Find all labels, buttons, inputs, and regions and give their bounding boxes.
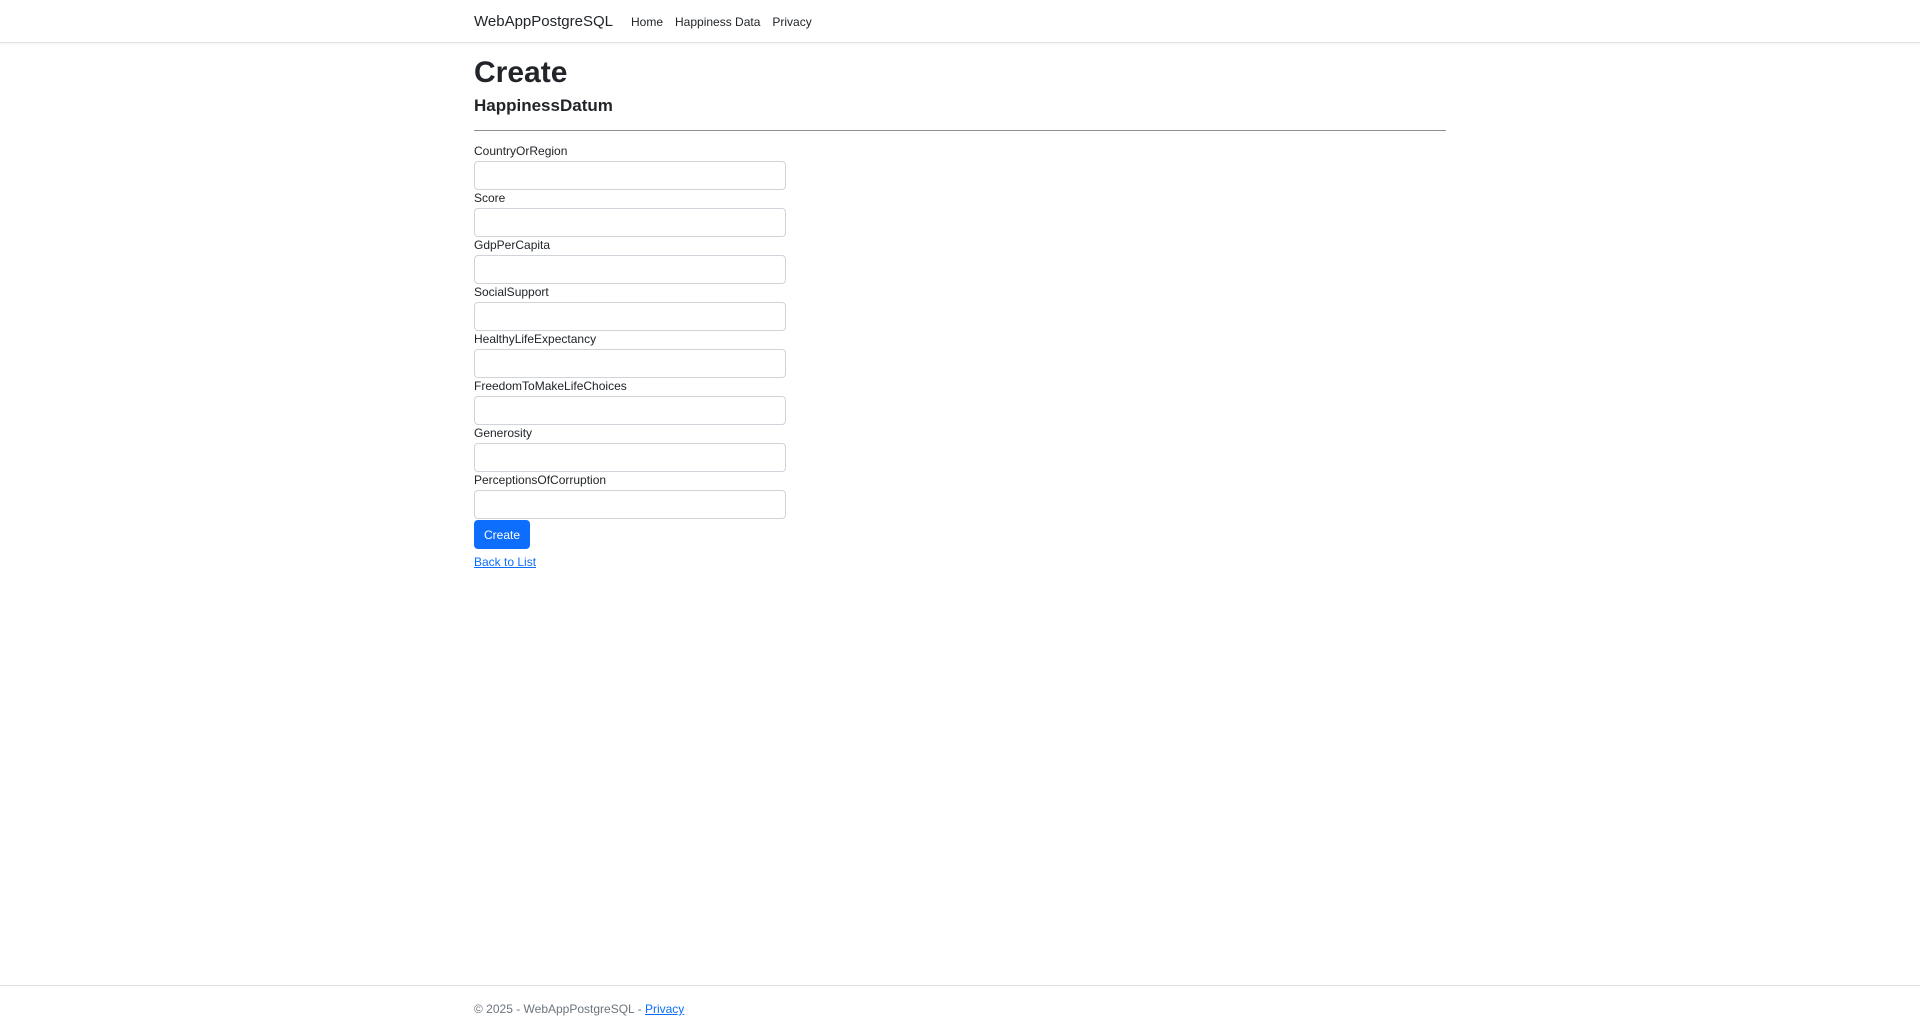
- score-input[interactable]: [474, 208, 786, 237]
- country-or-region-input[interactable]: [474, 161, 786, 190]
- field-perceptions-of-corruption: PerceptionsOfCorruption: [474, 473, 786, 519]
- create-form: CountryOrRegion Score GdpPerCapita Socia…: [474, 144, 1446, 549]
- field-country-or-region: CountryOrRegion: [474, 144, 786, 190]
- page-title: Create: [474, 56, 568, 89]
- field-label: CountryOrRegion: [474, 144, 568, 158]
- brand-link[interactable]: WebAppPostgreSQL: [474, 13, 613, 30]
- field-label: FreedomToMakeLifeChoices: [474, 379, 627, 393]
- social-support-input[interactable]: [474, 302, 786, 331]
- field-label: GdpPerCapita: [474, 238, 551, 252]
- perceptions-of-corruption-input[interactable]: [474, 490, 786, 519]
- page-footer: © 2025 - WebAppPostgreSQL - Privacy: [0, 985, 1920, 1031]
- field-score: Score: [474, 191, 786, 237]
- generosity-input[interactable]: [474, 443, 786, 472]
- create-button[interactable]: Create: [474, 520, 531, 549]
- gdp-per-capita-input[interactable]: [474, 255, 786, 284]
- field-label: Score: [474, 191, 506, 205]
- page-subtitle: HappinessDatum: [474, 96, 613, 115]
- field-label: HealthyLifeExpectancy: [474, 332, 597, 346]
- field-label: Generosity: [474, 426, 533, 440]
- field-freedom-to-make-life-choices: FreedomToMakeLifeChoices: [474, 379, 786, 425]
- healthy-life-expectancy-input[interactable]: [474, 349, 786, 378]
- main-content: Create HappinessDatum CountryOrRegion Sc…: [474, 55, 1446, 569]
- top-navbar: WebAppPostgreSQL Home Happiness Data Pri…: [0, 0, 1920, 43]
- footer-content: © 2025 - WebAppPostgreSQL - Privacy: [474, 1002, 684, 1016]
- divider: [474, 130, 1446, 131]
- field-generosity: Generosity: [474, 426, 786, 472]
- field-gdp-per-capita: GdpPerCapita: [474, 238, 786, 284]
- field-social-support: SocialSupport: [474, 285, 786, 331]
- field-healthy-life-expectancy: HealthyLifeExpectancy: [474, 332, 786, 378]
- freedom-to-make-life-choices-input[interactable]: [474, 396, 786, 425]
- nav-link-happiness-data[interactable]: Happiness Data: [675, 15, 760, 29]
- nav-link-privacy[interactable]: Privacy: [772, 15, 811, 29]
- field-label: PerceptionsOfCorruption: [474, 473, 607, 487]
- footer-copyright: © 2025 - WebAppPostgreSQL -: [474, 1002, 645, 1016]
- field-label: SocialSupport: [474, 285, 549, 299]
- nav-link-home[interactable]: Home: [631, 15, 663, 29]
- footer-privacy-link[interactable]: Privacy: [645, 1002, 684, 1016]
- navbar-content: WebAppPostgreSQL Home Happiness Data Pri…: [474, 0, 824, 43]
- back-to-list-link[interactable]: Back to List: [474, 555, 1446, 569]
